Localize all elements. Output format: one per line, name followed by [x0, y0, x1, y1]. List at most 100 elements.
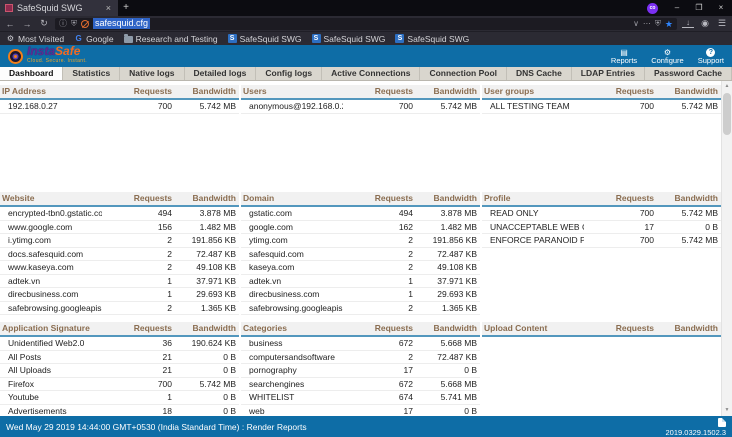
requests-column-header[interactable]: Requests — [343, 193, 413, 204]
table-row[interactable]: All Uploads210 B — [0, 364, 239, 378]
table-row[interactable]: direcbusiness.com129.693 KB — [241, 288, 480, 302]
browser-tab[interactable]: SafeSquid SWG × — [0, 0, 118, 16]
bandwidth-column-header[interactable]: Bandwidth — [172, 193, 236, 204]
back-icon[interactable]: ← — [4, 19, 16, 29]
table-row[interactable]: docs.safesquid.com272.487 KB — [0, 248, 239, 262]
table-row[interactable]: adtek.vn137.971 KB — [0, 275, 239, 289]
table-row[interactable]: safesquid.com272.487 KB — [241, 248, 480, 262]
table-row[interactable]: safebrowsing.googleapis.com21.365 KB — [0, 302, 239, 316]
panel-title[interactable]: Profile — [484, 193, 584, 204]
forward-icon[interactable]: → — [21, 19, 33, 29]
bandwidth-column-header[interactable]: Bandwidth — [654, 193, 718, 204]
reload-icon[interactable]: ↻ — [38, 18, 50, 29]
panel-title[interactable]: Domain — [243, 193, 343, 204]
minimize-button[interactable]: – — [666, 0, 688, 16]
table-row[interactable]: Youtube10 B — [0, 391, 239, 405]
bandwidth-column-header[interactable]: Bandwidth — [654, 86, 718, 97]
table-row[interactable]: ALL TESTING TEAM7005.742 MB — [482, 100, 721, 114]
table-row[interactable]: computersandsoftware272.487 KB — [241, 351, 480, 365]
page-actions-icon[interactable]: ⋯ — [643, 18, 651, 30]
extension-icon[interactable]: co — [647, 3, 658, 14]
table-row[interactable]: Advertisements180 B — [0, 405, 239, 417]
table-row[interactable]: web170 B — [241, 405, 480, 417]
blocked-content-icon[interactable] — [81, 20, 89, 28]
downloads-icon[interactable]: ↓ — [682, 19, 694, 28]
table-row[interactable]: gstatic.com4943.878 MB — [241, 207, 480, 221]
tab-password-cache[interactable]: Password Cache — [645, 67, 732, 80]
requests-column-header[interactable]: Requests — [343, 323, 413, 334]
panel-title[interactable]: Users — [243, 86, 343, 97]
table-row[interactable]: encrypted-tbn0.gstatic.com4943.878 MB — [0, 207, 239, 221]
tab-detailed-logs[interactable]: Detailed logs — [185, 67, 257, 80]
panel-title[interactable]: Application Signature — [2, 323, 102, 334]
table-row[interactable]: i.ytimg.com2191.856 KB — [0, 234, 239, 248]
url-bar[interactable]: ⓘ ⛨ safesquid.cfg ∨ ⋯ ⛨ ★ — [55, 18, 677, 30]
scroll-up-icon[interactable]: ▲ — [722, 81, 732, 92]
tab-config-logs[interactable]: Config logs — [256, 67, 322, 80]
table-row[interactable]: ytimg.com2191.856 KB — [241, 234, 480, 248]
configure-button[interactable]: ⚙ Configure — [651, 48, 684, 65]
requests-column-header[interactable]: Requests — [343, 86, 413, 97]
requests-column-header[interactable]: Requests — [102, 323, 172, 334]
bookmark-item[interactable]: SSafeSquid SWG — [228, 34, 302, 44]
requests-column-header[interactable]: Requests — [584, 323, 654, 334]
scrollbar-thumb[interactable] — [723, 93, 731, 135]
table-row[interactable]: direcbusiness.com129.693 KB — [0, 288, 239, 302]
window-close-button[interactable]: × — [710, 0, 732, 16]
table-row[interactable]: Unidentified Web2.036190.624 KB — [0, 337, 239, 351]
table-row[interactable]: Firefox7005.742 MB — [0, 378, 239, 392]
table-row[interactable]: www.google.com1561.482 MB — [0, 221, 239, 235]
account-icon[interactable]: ◉ — [699, 18, 711, 29]
table-row[interactable]: READ ONLY7005.742 MB — [482, 207, 721, 221]
chevron-down-icon[interactable]: ∨ — [633, 18, 639, 30]
table-row[interactable]: WHITELIST6745.741 MB — [241, 391, 480, 405]
scroll-down-icon[interactable]: ▼ — [722, 405, 732, 416]
table-row[interactable]: anonymous@192.168.0.277005.742 MB — [241, 100, 480, 114]
maximize-button[interactable]: ❐ — [688, 0, 710, 16]
bookmark-star-icon[interactable]: ★ — [665, 18, 673, 30]
menu-hamburger-icon[interactable]: ☰ — [716, 18, 728, 29]
panel-title[interactable]: User groups — [484, 86, 584, 97]
bandwidth-column-header[interactable]: Bandwidth — [172, 86, 236, 97]
table-row[interactable]: UNACCEPTABLE WEB CATEGORY170 B — [482, 221, 721, 235]
bandwidth-column-header[interactable]: Bandwidth — [413, 193, 477, 204]
requests-column-header[interactable]: Requests — [102, 193, 172, 204]
tab-dns-cache[interactable]: DNS Cache — [507, 67, 572, 80]
bookmark-item[interactable]: ⚙Most Visited — [6, 34, 64, 44]
table-row[interactable]: www.kaseya.com249.108 KB — [0, 261, 239, 275]
table-row[interactable]: 192.168.0.277005.742 MB — [0, 100, 239, 114]
permissions-shield-icon[interactable]: ⛨ — [655, 18, 661, 30]
bookmark-item[interactable]: Research and Testing — [124, 34, 218, 44]
table-row[interactable]: kaseya.com249.108 KB — [241, 261, 480, 275]
url-input[interactable]: safesquid.cfg — [93, 18, 150, 29]
tab-connection-pool[interactable]: Connection Pool — [420, 67, 507, 80]
table-row[interactable]: safebrowsing.googleapis.com21.365 KB — [241, 302, 480, 316]
tab-active-connections[interactable]: Active Connections — [322, 67, 420, 80]
table-row[interactable]: adtek.vn137.971 KB — [241, 275, 480, 289]
requests-column-header[interactable]: Requests — [102, 86, 172, 97]
table-row[interactable]: searchengines6725.668 MB — [241, 378, 480, 392]
bookmark-item[interactable]: GGoogle — [74, 34, 113, 44]
table-row[interactable]: All Posts210 B — [0, 351, 239, 365]
table-row[interactable]: google.com1621.482 MB — [241, 221, 480, 235]
tab-native-logs[interactable]: Native logs — [120, 67, 184, 80]
table-row[interactable]: ENFORCE PARANOID PRIVACY LEVEL7005.742 M… — [482, 234, 721, 248]
bandwidth-column-header[interactable]: Bandwidth — [413, 323, 477, 334]
support-button[interactable]: ? Support — [698, 48, 724, 65]
bandwidth-column-header[interactable]: Bandwidth — [654, 323, 718, 334]
tab-statistics[interactable]: Statistics — [63, 67, 120, 80]
bandwidth-column-header[interactable]: Bandwidth — [172, 323, 236, 334]
table-row[interactable]: business6725.668 MB — [241, 337, 480, 351]
requests-column-header[interactable]: Requests — [584, 86, 654, 97]
bookmark-item[interactable]: SSafeSquid SWG — [312, 34, 386, 44]
tracking-shield-icon[interactable]: ⛨ — [71, 18, 77, 30]
tab-close-icon[interactable]: × — [104, 3, 113, 13]
new-tab-button[interactable]: + — [118, 0, 134, 16]
table-row[interactable]: pornography170 B — [241, 364, 480, 378]
panel-title[interactable]: Categories — [243, 323, 343, 334]
panel-title[interactable]: Website — [2, 193, 102, 204]
panel-title[interactable]: Upload Content — [484, 323, 584, 334]
tab-ldap-entries[interactable]: LDAP Entries — [572, 67, 645, 80]
reports-button[interactable]: ▤ Reports — [611, 48, 637, 65]
document-icon[interactable] — [718, 418, 726, 427]
